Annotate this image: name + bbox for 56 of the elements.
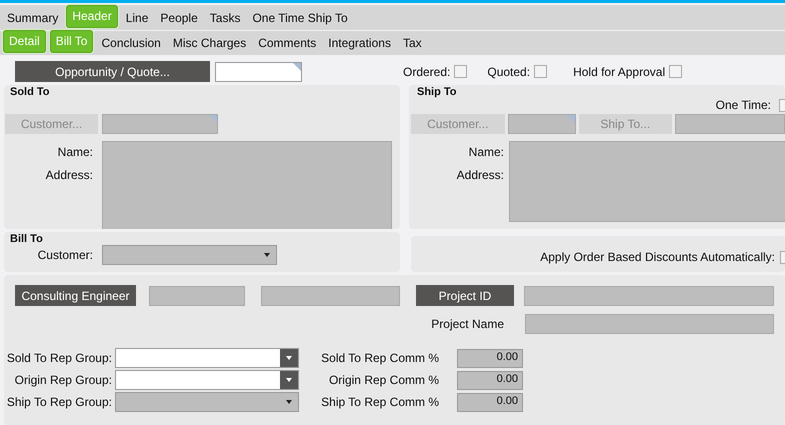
tab[interactable]: People bbox=[156, 8, 202, 28]
field-label: Origin Rep Comm % bbox=[328, 373, 439, 387]
field-label: Sold To Rep Comm % bbox=[320, 351, 439, 365]
flag-label: Quoted: bbox=[487, 64, 530, 78]
field-label: Project Name bbox=[430, 317, 504, 331]
tab[interactable]: Tax bbox=[398, 33, 426, 53]
engineer-field[interactable] bbox=[149, 286, 245, 306]
field-label: Address: bbox=[456, 168, 504, 182]
checkbox[interactable] bbox=[669, 65, 682, 78]
caret-icon bbox=[286, 378, 292, 382]
field-label: Address: bbox=[44, 168, 93, 182]
opportunity-button[interactable]: Opportunity / Quote... bbox=[15, 61, 210, 82]
field-label: Ship To Rep Comm % bbox=[320, 395, 439, 409]
field-label: One Time: bbox=[716, 98, 771, 112]
engineer-name-field[interactable] bbox=[261, 286, 400, 306]
rep-group-dropdown[interactable] bbox=[115, 370, 299, 390]
consulting-engineer-button[interactable]: Consulting Engineer bbox=[15, 285, 136, 306]
project-id-field[interactable] bbox=[524, 286, 774, 306]
flag-label: Ordered: bbox=[403, 64, 450, 78]
tab[interactable]: Misc Charges bbox=[168, 33, 250, 53]
caret-icon bbox=[264, 253, 270, 257]
rep-group-dropdown[interactable] bbox=[115, 348, 299, 368]
section-title: Ship To bbox=[416, 85, 458, 98]
checkbox[interactable] bbox=[534, 65, 548, 78]
tab[interactable]: Comments bbox=[254, 33, 320, 53]
customer-dropdown[interactable] bbox=[102, 245, 277, 265]
tab[interactable]: Line bbox=[122, 8, 152, 28]
field-label: Name: bbox=[56, 145, 93, 159]
ship-to-field[interactable] bbox=[675, 114, 785, 134]
customer-field[interactable] bbox=[508, 114, 576, 134]
customer-field[interactable] bbox=[102, 114, 218, 134]
field-label: Ship To Rep Group: bbox=[6, 395, 112, 409]
address-field[interactable] bbox=[509, 141, 785, 222]
commission-field[interactable]: 0.00 bbox=[457, 348, 523, 368]
caret-icon bbox=[286, 356, 292, 360]
input-field[interactable] bbox=[215, 62, 302, 82]
field-label: Name: bbox=[468, 145, 504, 159]
field-label: Customer: bbox=[36, 248, 93, 262]
field-label: Apply Order Based Discounts Automatically: bbox=[540, 250, 775, 264]
checkbox[interactable] bbox=[454, 65, 468, 78]
field-label: Origin Rep Group: bbox=[14, 373, 112, 387]
commission-field[interactable]: 0.00 bbox=[457, 370, 523, 390]
tab[interactable]: Conclusion bbox=[97, 33, 165, 53]
section-title: Sold To bbox=[9, 85, 51, 98]
tab[interactable]: Tasks bbox=[206, 8, 244, 28]
flag-label: Hold for Approval bbox=[573, 64, 666, 78]
caret-icon bbox=[286, 400, 292, 404]
section-title: Bill To bbox=[9, 232, 44, 245]
address-field[interactable] bbox=[102, 141, 392, 229]
project-id-button[interactable]: Project ID bbox=[416, 285, 514, 306]
tab[interactable]: Summary bbox=[3, 8, 62, 28]
commission-field[interactable]: 0.00 bbox=[457, 392, 523, 412]
project-name-field[interactable] bbox=[525, 314, 774, 334]
tab[interactable]: Integrations bbox=[324, 33, 395, 53]
tab[interactable]: One Time Ship To bbox=[248, 8, 352, 28]
field-label: Sold To Rep Group: bbox=[6, 351, 112, 365]
